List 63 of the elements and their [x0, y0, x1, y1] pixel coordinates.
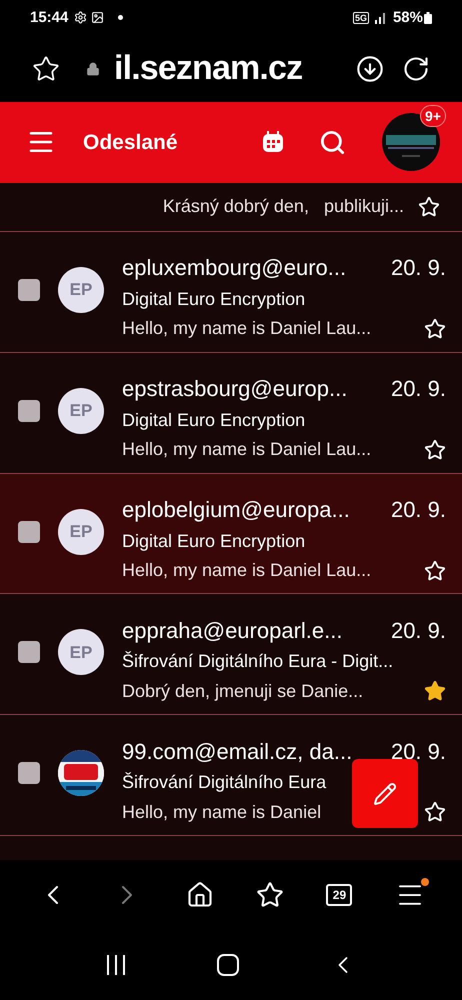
- subject: Digital Euro Encryption: [122, 530, 306, 553]
- sender: epluxembourg@euro...: [122, 254, 346, 282]
- subject: Digital Euro Encryption: [122, 288, 306, 311]
- checkbox[interactable]: [18, 400, 40, 422]
- avatar: EP: [58, 266, 104, 313]
- date: 20. 9.: [390, 254, 446, 282]
- pencil-icon: [373, 782, 397, 806]
- message-row[interactable]: 99.com@email.cz, da... 20. 9. Šifrování Digitálního Eura Hello, my name is Daniel: [0, 715, 462, 836]
- preview: Krásný dobrý den, publikuji...: [162, 195, 404, 218]
- preview: Dobrý den, jmenuji se Danie...: [122, 680, 364, 703]
- image-icon: [91, 11, 104, 24]
- network-label: 5G: [352, 12, 369, 24]
- folder-title: Odeslané: [83, 130, 178, 156]
- subject: Šifrování Digitálního Eura: [122, 771, 326, 794]
- checkbox[interactable]: [18, 520, 40, 543]
- preview: Hello, my name is Daniel Lau...: [122, 317, 372, 340]
- star-icon[interactable]: [424, 318, 446, 340]
- sender: 99.com@email.cz, da...: [122, 738, 352, 766]
- date: 20. 9.: [390, 616, 446, 645]
- checkbox[interactable]: [18, 641, 40, 664]
- battery-icon: [424, 12, 432, 24]
- sender: eppraha@europarl.e...: [122, 616, 342, 645]
- message-row[interactable]: EP eppraha@europarl.e... 20. 9. Šifrování Digitálního Eura - Digit... Dobrý den, jmenuji se Danie...: [0, 594, 462, 716]
- url-text[interactable]: il.seznam.cz: [114, 43, 302, 94]
- battery-level: 58%: [392, 8, 423, 28]
- home-button[interactable]: [217, 954, 239, 976]
- bookmark-star-icon[interactable]: [32, 54, 60, 83]
- avatar: EP: [58, 388, 104, 434]
- date: 20. 9.: [390, 738, 446, 766]
- avatar: EP: [58, 508, 104, 555]
- reload-icon[interactable]: [402, 54, 430, 83]
- message-row[interactable]: EP eplobelgium@europa... 20. 9. Digital Euro Encryption Hello, my name is Daniel Lau...: [0, 474, 462, 594]
- bookmarks-icon[interactable]: [256, 881, 284, 910]
- sender: eplobelgium@europa...: [122, 496, 350, 524]
- recent-apps-icon[interactable]: [105, 954, 127, 976]
- avatar: EP: [58, 629, 104, 676]
- sender: epstrasbourg@europ...: [122, 375, 348, 404]
- lock-icon: [86, 62, 100, 76]
- star-icon[interactable]: [424, 560, 446, 582]
- status-time: 15:44: [30, 8, 68, 28]
- message-row[interactable]: EP epluxembourg@euro... 20. 9. Digital Euro Encryption Hello, my name is Daniel Lau...: [0, 232, 462, 353]
- subject: Šifrování Digitálního Eura - Digit...: [122, 650, 394, 674]
- message-row[interactable]: EP epstrasbourg@europ... 20. 9. Digital Euro Encryption Hello, my name is Daniel Lau...: [0, 352, 462, 474]
- subject: Digital Euro Encryption: [122, 408, 306, 432]
- notification-badge: 9+: [420, 105, 446, 128]
- star-icon[interactable]: [418, 196, 440, 218]
- star-icon[interactable]: [424, 438, 446, 461]
- calendar-icon[interactable]: [261, 130, 285, 154]
- settings-icon: [74, 11, 88, 24]
- compose-button[interactable]: [352, 759, 418, 828]
- checkbox[interactable]: [18, 278, 40, 301]
- signal-icon: [374, 12, 387, 24]
- checkbox[interactable]: [18, 762, 40, 784]
- date: 20. 9.: [390, 496, 446, 524]
- preview: Hello, my name is Daniel: [122, 800, 322, 824]
- preview: Hello, my name is Daniel Lau...: [122, 559, 372, 582]
- download-icon[interactable]: [356, 54, 384, 83]
- home-icon[interactable]: [186, 881, 214, 910]
- tabs-button[interactable]: 29: [326, 884, 352, 906]
- star-icon[interactable]: [424, 680, 446, 702]
- preview: Hello, my name is Daniel Lau...: [122, 438, 372, 462]
- search-icon[interactable]: [319, 128, 346, 156]
- date: 20. 9.: [390, 375, 446, 404]
